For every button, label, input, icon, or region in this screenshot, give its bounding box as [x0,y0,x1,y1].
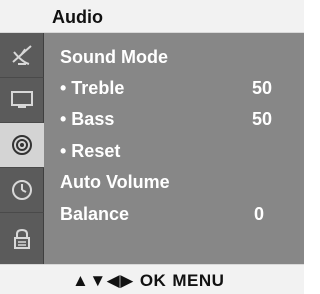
treble-value: 50 [251,78,272,98]
auto-volume-label: Auto Volume [60,172,170,192]
menu-item-sound-mode[interactable]: Sound Mode [60,42,292,72]
bass-label: • Bass [60,109,115,129]
navigation-hint-bar: ▲▼◀▶ OK MENU [0,264,304,294]
sound-mode-label: Sound Mode [60,47,168,67]
menu-item-auto-volume[interactable]: Auto Volume [60,167,292,197]
bass-value: 50 [251,109,272,129]
menu-item-treble[interactable]: • Treble 50 [60,73,292,103]
menu-item-bass[interactable]: • Bass 50 [60,104,292,134]
sidebar [0,33,44,264]
balance-label: Balance [60,204,130,224]
menu-title: Audio [52,7,103,27]
menu-item-balance[interactable]: Balance 0 [60,199,292,229]
satellite-dish-icon [11,45,32,65]
menu-item-reset[interactable]: • Reset [60,136,292,166]
tab-channel[interactable] [0,33,44,78]
lock-icon [13,228,30,249]
title-bar: Audio [0,0,304,33]
arrow-keys-icon: ▲▼◀▶ [72,271,134,290]
clock-icon [11,180,32,200]
audio-settings-panel: Sound Mode • Treble 50 • Bass 50 • Reset… [44,33,304,264]
reset-label: • Reset [60,141,121,161]
balance-value: 0 [253,204,264,224]
speaker-icon [12,135,32,155]
osd-menu: Audio Sound Mode • Treble 50 • Bass 50 •… [0,0,304,294]
tab-picture[interactable] [0,78,44,123]
monitor-icon [10,91,33,108]
ok-key-hint: OK [139,271,167,290]
menu-key-hint: MENU [172,271,225,290]
navigation-hint: ▲▼◀▶ OK MENU [72,271,224,291]
tab-lock[interactable] [0,213,44,264]
tab-audio[interactable] [0,123,44,168]
treble-label: • Treble [60,78,125,98]
tab-time[interactable] [0,168,44,213]
